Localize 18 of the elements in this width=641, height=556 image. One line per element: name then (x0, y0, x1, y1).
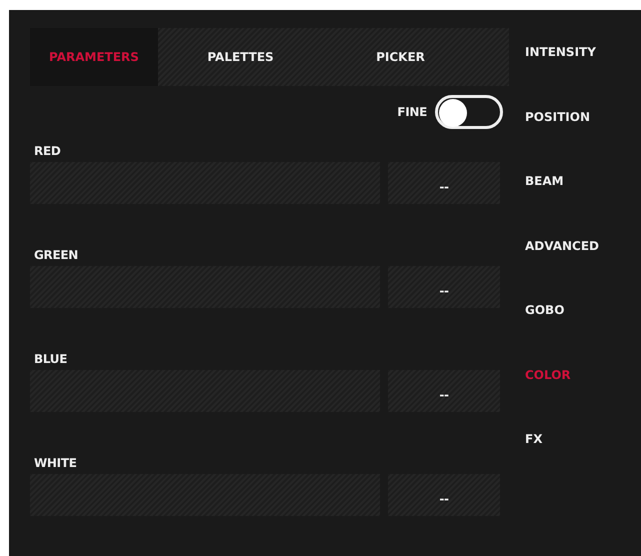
channel-label: BLUE (33, 351, 68, 368)
fine-label: FINE (397, 104, 427, 121)
sidebar-item[interactable]: ADVANCED (515, 214, 641, 278)
channel-label: RED (33, 143, 62, 160)
value-field[interactable]: -- (388, 266, 500, 308)
tab[interactable]: PALETTES (158, 28, 323, 86)
sidebar-item[interactable]: FX (515, 407, 641, 472)
sidebar-item[interactable]: GOBO (515, 278, 641, 342)
sidebar-item[interactable]: INTENSITY (515, 20, 641, 84)
channel-label: GREEN (33, 247, 80, 264)
fine-toggle[interactable] (435, 95, 503, 129)
value-field[interactable]: -- (388, 162, 500, 204)
value-field[interactable]: -- (388, 370, 500, 412)
value-field[interactable]: -- (388, 474, 500, 516)
sidebar-item[interactable]: BEAM (515, 149, 641, 214)
channel-label: WHITE (33, 455, 78, 472)
sidebar-item[interactable]: POSITION (515, 84, 641, 149)
tab[interactable]: PICKER (323, 28, 478, 86)
